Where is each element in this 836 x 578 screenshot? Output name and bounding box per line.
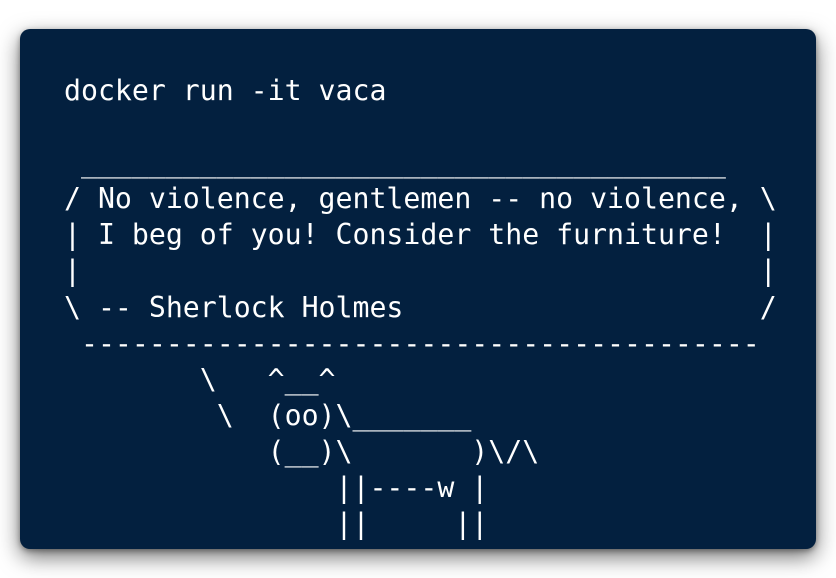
command-line: docker run -it vaca <box>64 74 387 107</box>
ascii-cow-line: (__)\ )\/\ <box>64 434 540 468</box>
ascii-cow-line: \ ^__^ <box>64 362 336 396</box>
speech-bubble-bottom: ---------------------------------------- <box>64 326 760 360</box>
ascii-cow-line: ||----w | <box>64 471 489 505</box>
speech-bubble-line: / No violence, gentlemen -- no violence,… <box>64 182 777 216</box>
speech-bubble-line: | | <box>64 254 777 288</box>
ascii-cow-line: || || <box>64 507 489 541</box>
terminal-output: docker run -it vaca ____________________… <box>64 73 777 542</box>
terminal-window[interactable]: docker run -it vaca ____________________… <box>20 29 816 549</box>
ascii-cow-line: \ (oo)\_______ <box>64 398 472 432</box>
speech-bubble-top: ______________________________________ <box>64 146 726 180</box>
speech-bubble-line: \ -- Sherlock Holmes / <box>64 290 777 324</box>
speech-bubble-line: | I beg of you! Consider the furniture! … <box>64 218 777 252</box>
